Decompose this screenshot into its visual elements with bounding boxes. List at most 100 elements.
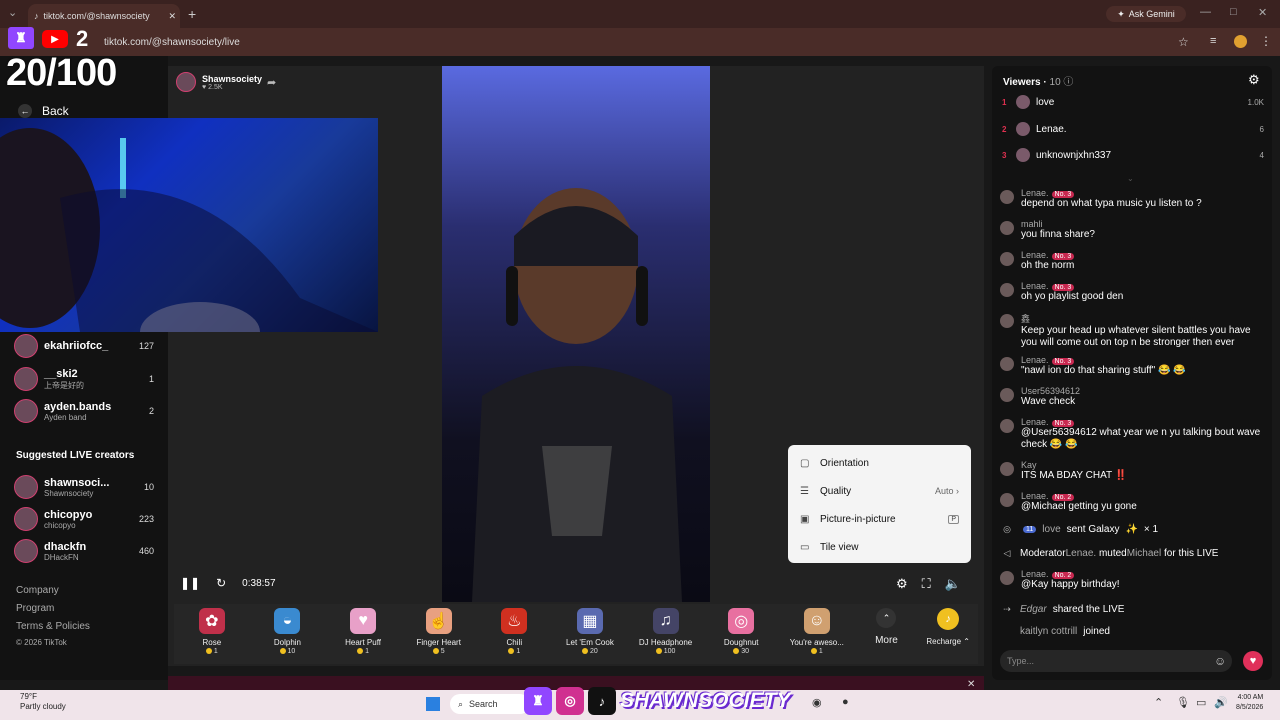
- share-icon[interactable]: ➦: [267, 76, 276, 89]
- profile-avatar[interactable]: [1234, 35, 1247, 48]
- menu-item-pip[interactable]: ▣ Picture-in-picture P: [788, 505, 971, 533]
- host-info[interactable]: Shawnsociety ♥ 2.5K: [176, 72, 262, 92]
- gift-price: 5: [432, 648, 445, 655]
- chat-user[interactable]: Lenae.: [1021, 250, 1049, 260]
- close-window-icon[interactable]: ✕: [1258, 6, 1267, 19]
- gift-event: ◎ 11 love sent Galaxy ✨ × 1: [1000, 524, 1264, 535]
- gift-event-icon: ◎: [1003, 524, 1011, 534]
- gift-item[interactable]: ☝ Finger Heart 5: [401, 604, 477, 655]
- top-viewer-row[interactable]: 1 love 1.0K: [1002, 95, 1264, 109]
- menu-item-quality[interactable]: ☰ Quality Auto ›: [788, 477, 971, 505]
- info-icon[interactable]: ⓘ: [1063, 77, 1073, 88]
- following-item[interactable]: ayden.bands Ayden band 2: [14, 399, 154, 423]
- share-user[interactable]: Edgar: [1020, 604, 1047, 615]
- gift-price: 1: [810, 648, 823, 655]
- chat-settings-icon[interactable]: ⚙: [1248, 72, 1260, 88]
- volume-icon[interactable]: 🔈: [945, 576, 961, 592]
- speaker-icon[interactable]: 🔊: [1214, 696, 1228, 709]
- browser-menu-icon[interactable]: ⋮: [1260, 34, 1272, 48]
- gift-item[interactable]: ♨ Chili 1: [477, 604, 553, 655]
- maximize-icon[interactable]: □: [1230, 6, 1237, 18]
- suggested-item[interactable]: shawnsoci... Shawnsociety 10: [14, 475, 154, 499]
- windows-start-icon[interactable]: [426, 697, 440, 711]
- chat-user[interactable]: mahli: [1021, 219, 1043, 229]
- url-field[interactable]: tiktok.com/@shawnsociety/live: [104, 37, 240, 48]
- tile-icon: ▭: [800, 541, 810, 553]
- menu-item-tile-view[interactable]: ▭ Tile view: [788, 533, 971, 561]
- tab-close-icon[interactable]: ✕: [168, 11, 176, 22]
- new-tab-icon[interactable]: +: [188, 6, 196, 22]
- gift-item[interactable]: ◒ Dolphin 10: [250, 604, 326, 655]
- chrome-taskbar-icon[interactable]: ◉: [812, 696, 822, 709]
- gift-item[interactable]: ♫ DJ Headphone 100: [628, 604, 704, 655]
- footer-link-company[interactable]: Company: [16, 585, 59, 596]
- mod-action: muted: [1098, 548, 1127, 559]
- network-icon[interactable]: ▭: [1196, 696, 1206, 709]
- bookmark-star-icon[interactable]: ☆: [1178, 35, 1189, 49]
- gift-item[interactable]: ◎ Doughnut 30: [703, 604, 779, 655]
- mod-user[interactable]: Lenae.: [1066, 548, 1097, 559]
- tray-chevron-icon[interactable]: ⌃: [1154, 696, 1163, 709]
- mic-icon[interactable]: 🎙: [1176, 696, 1190, 709]
- gift-icon: ✿: [198, 608, 225, 634]
- search-label: Search: [469, 699, 498, 709]
- tab-list-icon[interactable]: ⌄: [8, 6, 17, 19]
- emoji-icon[interactable]: ☺: [1214, 654, 1226, 668]
- footer-link-program[interactable]: Program: [16, 603, 54, 614]
- gift-item[interactable]: ♥ Heart Puff 1: [325, 604, 401, 655]
- suggested-item[interactable]: dhackfn DHackFN 460: [14, 539, 154, 563]
- host-avatar: [176, 72, 196, 92]
- banner-close-icon[interactable]: ✕: [967, 679, 975, 690]
- chat-user[interactable]: Lenae.: [1021, 355, 1049, 365]
- gift-item[interactable]: ☺ You're aweso... 1: [779, 604, 855, 655]
- gemini-icon: ✦: [1117, 8, 1125, 19]
- weather-widget[interactable]: 79°F Partly cloudy: [20, 692, 66, 712]
- chat-user[interactable]: Lenae.: [1021, 188, 1049, 198]
- chat-user[interactable]: 鑫: [1021, 314, 1030, 324]
- gift-item[interactable]: ▦ Let 'Em Cook 20: [552, 604, 628, 655]
- gift-price-value: 1: [516, 648, 521, 655]
- following-item[interactable]: __ski2 上帝是好的 1: [14, 367, 154, 391]
- back-button[interactable]: ← Back: [18, 104, 69, 118]
- taskbar-clock[interactable]: 4:00 AM 8/5/2026: [1236, 693, 1263, 713]
- gift-item[interactable]: ✿ Rose 1: [174, 604, 250, 655]
- minimize-icon[interactable]: —: [1200, 6, 1211, 18]
- avatar: [14, 507, 38, 531]
- join-user[interactable]: kaitlyn cottrill: [1020, 626, 1077, 636]
- chat-user[interactable]: Lenae.: [1021, 569, 1049, 579]
- chat-user[interactable]: Lenae.: [1021, 491, 1049, 501]
- extension-icon[interactable]: ≡: [1210, 35, 1216, 47]
- refresh-icon[interactable]: ↻: [216, 576, 226, 590]
- chat-user[interactable]: Kay: [1021, 460, 1037, 470]
- recharge-button[interactable]: ♪ Recharge ⌃: [918, 604, 978, 646]
- top-viewer-row[interactable]: 2 Lenae. 6: [1002, 122, 1264, 136]
- suggested-item[interactable]: chicopyo chicopyo 223: [14, 507, 154, 531]
- app-taskbar-icon[interactable]: ●: [842, 696, 849, 708]
- like-heart-button[interactable]: ♥: [1243, 651, 1263, 671]
- expand-chevron-icon[interactable]: ⌄: [1127, 174, 1134, 183]
- gift-more-button[interactable]: ⌃ More: [855, 604, 919, 646]
- taskbar-search[interactable]: ⌕ Search: [450, 694, 530, 714]
- live-video[interactable]: [442, 66, 710, 602]
- galaxy-icon: ✨: [1125, 524, 1138, 535]
- gift-count: × 1: [1143, 524, 1159, 535]
- browser-tab[interactable]: ♪ tiktok.com/@shawnsociety ✕: [28, 4, 180, 28]
- menu-item-orientation[interactable]: ▢ Orientation: [788, 449, 971, 477]
- gift-sender[interactable]: love: [1042, 524, 1060, 535]
- chat-user[interactable]: User56394612: [1021, 386, 1080, 396]
- ask-gemini-button[interactable]: ✦ Ask Gemini: [1106, 6, 1186, 22]
- chat-input[interactable]: Type...: [1000, 650, 1232, 672]
- fullscreen-icon[interactable]: ⛶: [922, 576, 931, 592]
- following-item[interactable]: ekahriiofcc_ 127: [14, 334, 154, 358]
- settings-icon[interactable]: ⚙: [896, 576, 908, 592]
- chat-text: Keep your head up whatever silent battle…: [1021, 325, 1251, 348]
- top-viewer-row[interactable]: 3 unknownjxhn337 4: [1002, 148, 1264, 162]
- avatar: [1000, 571, 1014, 585]
- mod-target[interactable]: Michael: [1127, 548, 1161, 559]
- gift-bar: ✿ Rose 1 ◒ Dolphin 10 ♥ Heart Puff 1 ☝ Finger H…: [174, 604, 978, 664]
- goal-counter: 20/100: [6, 52, 117, 94]
- footer-link-terms[interactable]: Terms & Policies: [16, 621, 90, 632]
- chat-user[interactable]: Lenae.: [1021, 417, 1049, 427]
- chat-user[interactable]: Lenae.: [1021, 281, 1049, 291]
- pause-icon[interactable]: ❚❚: [180, 576, 200, 590]
